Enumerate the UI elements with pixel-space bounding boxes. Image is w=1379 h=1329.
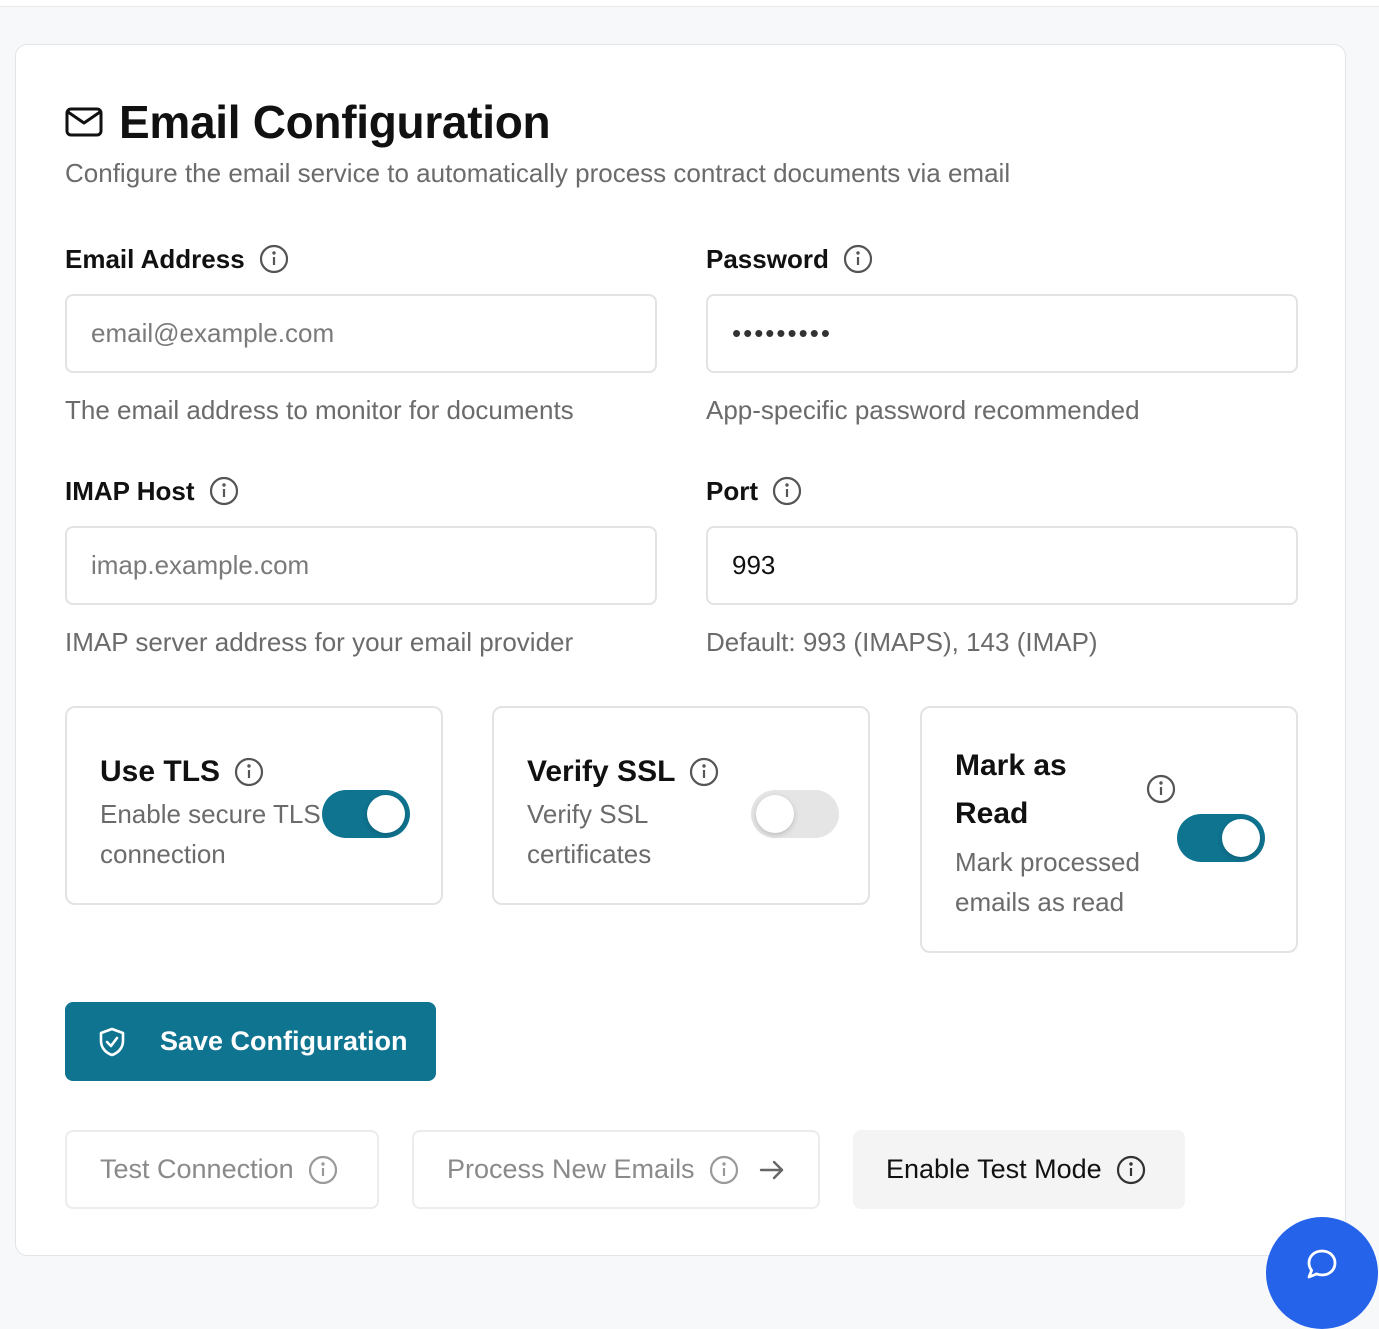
enable-test-mode-button[interactable]: Enable Test Mode: [853, 1130, 1185, 1209]
arrow-right-icon: [759, 1159, 785, 1181]
imap-host-field-group: IMAP Host IMAP server address for your e…: [65, 473, 657, 658]
tls-toggle-card: Use TLS Enable secure TLS connection: [65, 706, 443, 905]
ssl-toggle-card: Verify SSL Verify SSL certificates: [492, 706, 870, 905]
password-field-group: Password App-specific password recommend…: [706, 241, 1298, 426]
mark-read-title: Mark as Read: [955, 749, 1067, 830]
info-icon[interactable]: [209, 476, 239, 506]
mark-read-switch[interactable]: [1177, 814, 1265, 862]
imap-host-label: IMAP Host: [65, 475, 195, 506]
info-icon[interactable]: [1146, 774, 1176, 804]
ssl-description: Verify SSL certificates: [527, 799, 652, 869]
card-header: Email Configuration: [65, 95, 551, 149]
test-connection-button[interactable]: Test Connection: [65, 1130, 379, 1209]
port-help: Default: 993 (IMAPS), 143 (IMAP): [706, 627, 1098, 657]
info-icon: [1116, 1155, 1146, 1185]
enable-test-mode-label: Enable Test Mode: [886, 1154, 1102, 1184]
password-label: Password: [706, 243, 829, 274]
ssl-title: Verify SSL: [527, 755, 676, 788]
chat-bubble-icon: [1305, 1249, 1339, 1281]
switch-knob: [756, 795, 794, 833]
info-icon[interactable]: [689, 757, 719, 787]
email-field-group: Email Address The email address to monit…: [65, 241, 657, 426]
page-subtitle: Configure the email service to automatic…: [65, 158, 1011, 188]
mark-read-description: Mark processed emails as read: [955, 847, 1140, 917]
imap-host-help: IMAP server address for your email provi…: [65, 627, 574, 657]
info-icon[interactable]: [843, 244, 873, 274]
switch-knob: [367, 795, 405, 833]
info-icon: [709, 1155, 739, 1185]
tls-description: Enable secure TLS connection: [100, 799, 321, 869]
page-title: Email Configuration: [119, 96, 551, 148]
password-help: App-specific password recommended: [706, 395, 1140, 425]
info-icon[interactable]: [234, 757, 264, 787]
port-label: Port: [706, 475, 758, 506]
port-input[interactable]: [706, 526, 1298, 605]
save-configuration-button[interactable]: Save Configuration: [65, 1002, 436, 1081]
tls-title: Use TLS: [100, 755, 221, 788]
email-config-card: Email Configuration Configure the email …: [15, 44, 1346, 1256]
info-icon[interactable]: [259, 244, 289, 274]
imap-host-input[interactable]: [65, 526, 657, 605]
mark-read-toggle-card: Mark as Read Mark processed emails as re…: [920, 706, 1298, 953]
mail-icon: [65, 106, 103, 138]
save-configuration-label: Save Configuration: [160, 1026, 408, 1056]
tls-switch[interactable]: [322, 790, 410, 838]
password-input[interactable]: [706, 294, 1298, 373]
port-field-group: Port Default: 993 (IMAPS), 143 (IMAP): [706, 473, 1298, 658]
info-icon[interactable]: [772, 476, 802, 506]
email-input[interactable]: [65, 294, 657, 373]
top-bar: [0, 0, 1379, 7]
email-label: Email Address: [65, 243, 245, 274]
switch-knob: [1222, 819, 1260, 857]
info-icon: [308, 1155, 338, 1185]
process-new-emails-label: Process New Emails: [447, 1154, 695, 1184]
shield-check-icon: [98, 1027, 126, 1057]
test-connection-label: Test Connection: [100, 1154, 294, 1184]
ssl-switch[interactable]: [751, 790, 839, 838]
chat-button[interactable]: [1266, 1217, 1378, 1329]
email-help: The email address to monitor for documen…: [65, 395, 574, 425]
process-new-emails-button[interactable]: Process New Emails: [412, 1130, 820, 1209]
